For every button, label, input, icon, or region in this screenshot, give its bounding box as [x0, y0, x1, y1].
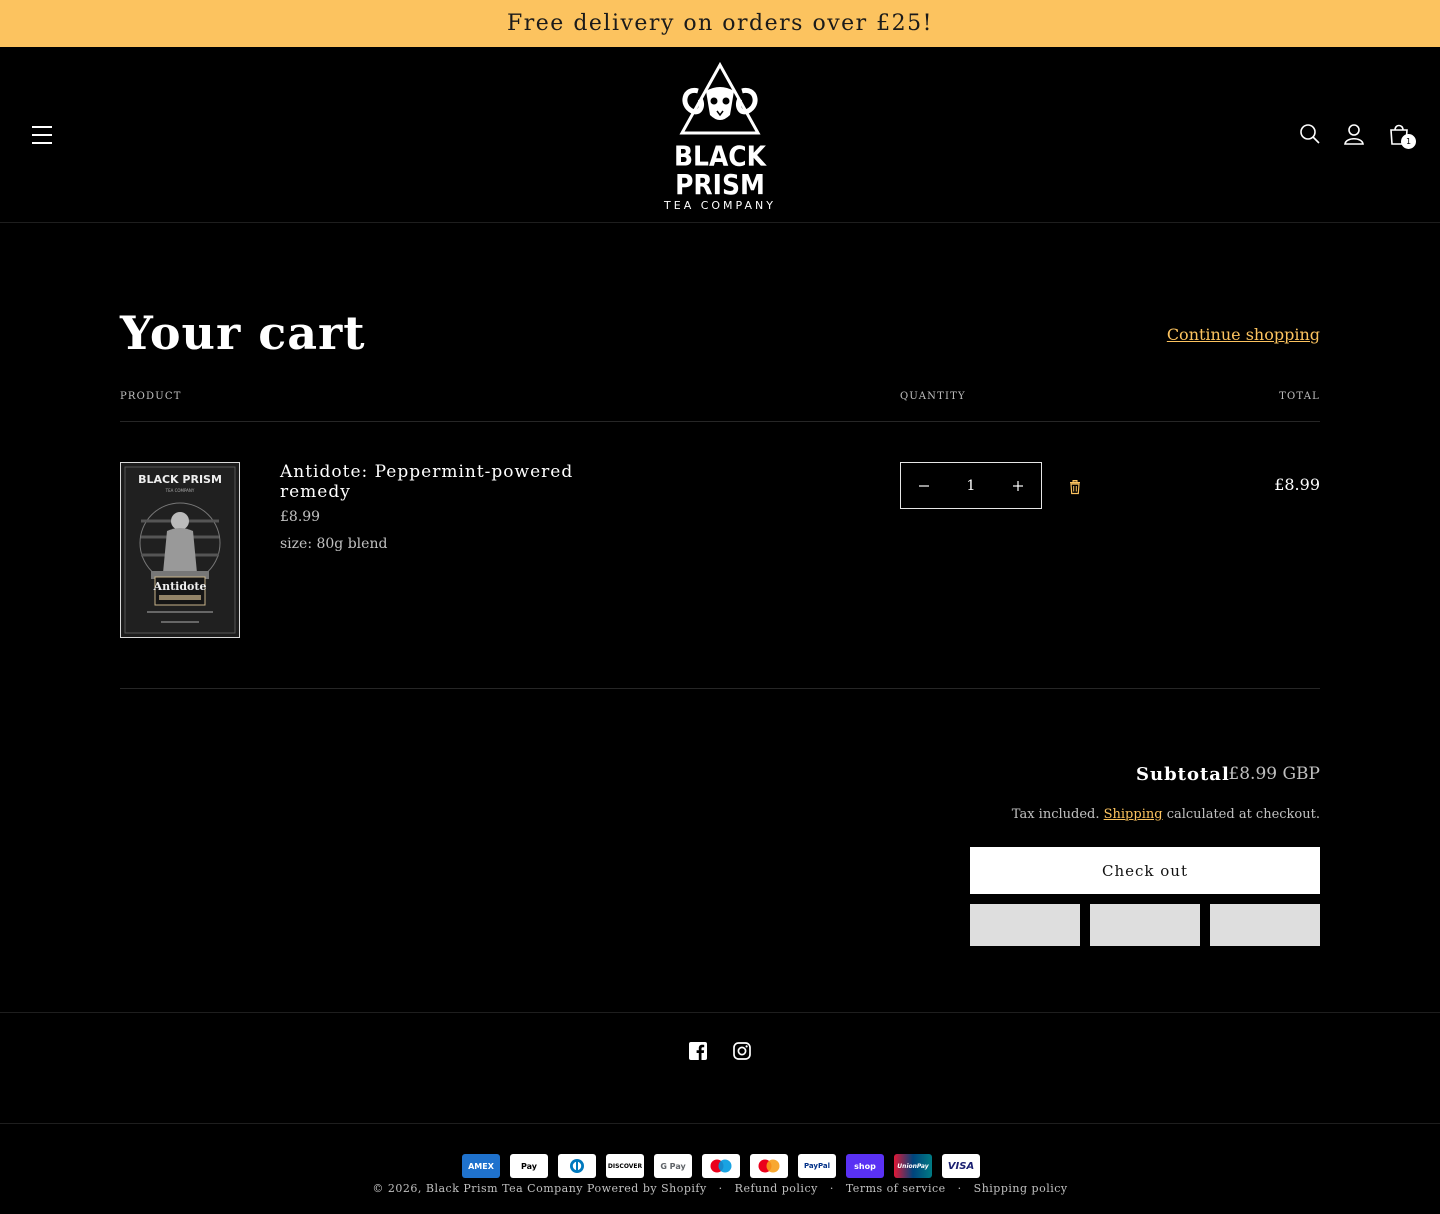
diners-club-icon: [558, 1154, 596, 1178]
page-title: Your cart: [120, 306, 366, 360]
logo[interactable]: BLACK PRISM TEA COMPANY: [640, 61, 800, 212]
express-checkout-button[interactable]: [970, 904, 1080, 946]
plus-icon: [1012, 480, 1023, 491]
tax-note-suffix: calculated at checkout.: [1166, 807, 1320, 822]
continue-shopping-link[interactable]: Continue shopping: [1167, 325, 1320, 344]
cart-count-badge: 1: [1401, 134, 1416, 149]
express-checkout-button[interactable]: [1090, 904, 1200, 946]
announcement-bar: Free delivery on orders over £25!: [0, 0, 1440, 47]
brand-name: BLACK PRISM: [673, 140, 767, 201]
subtotal-label: Subtotal: [1136, 764, 1230, 785]
facebook-icon[interactable]: [688, 1041, 708, 1061]
account-icon[interactable]: [1341, 121, 1367, 147]
instagram-icon[interactable]: [732, 1041, 752, 1061]
cart-icon[interactable]: 1: [1386, 121, 1416, 149]
quantity-input[interactable]: 1: [967, 478, 976, 494]
product-variant: size: 80g blend: [280, 536, 388, 552]
divider: [120, 421, 1320, 422]
tax-note-prefix: Tax included.: [1011, 807, 1100, 822]
menu-icon[interactable]: [28, 121, 56, 149]
column-header-product: PRODUCT: [120, 391, 182, 402]
payment-icons: AMEX Pay DISCOVER G Pay PayPal shop Unio…: [462, 1154, 980, 1178]
paypal-icon: PayPal: [798, 1154, 836, 1178]
search-icon[interactable]: [1297, 121, 1323, 147]
announcement-text: Free delivery on orders over £25!: [507, 11, 933, 36]
express-checkout-button[interactable]: [1210, 904, 1320, 946]
maestro-icon: [702, 1154, 740, 1178]
shipping-policy-link[interactable]: Shipping policy: [974, 1182, 1068, 1195]
terms-of-service-link[interactable]: Terms of service: [846, 1182, 946, 1195]
quantity-stepper: 1: [900, 462, 1042, 509]
footer-copyright: © 2026, Black Prism Tea Company Powered …: [372, 1182, 1068, 1195]
amex-icon: AMEX: [462, 1154, 500, 1178]
shop-pay-icon: shop: [846, 1154, 884, 1178]
shipping-link[interactable]: Shipping: [1104, 807, 1163, 822]
divider: [120, 688, 1320, 689]
divider: [0, 1012, 1440, 1013]
site-header: BLACK PRISM TEA COMPANY 1: [0, 47, 1440, 223]
unionpay-icon: UnionPay: [894, 1154, 932, 1178]
ram-skull-logo-icon: [679, 61, 761, 135]
product-price: £8.99: [280, 509, 321, 525]
google-pay-icon: G Pay: [654, 1154, 692, 1178]
product-thumbnail[interactable]: BLACK PRISM TEA COMPANY Antidote: [120, 462, 240, 638]
column-header-quantity: QUANTITY: [900, 391, 966, 402]
thumb-label: Antidote: [153, 580, 207, 593]
refund-policy-link[interactable]: Refund policy: [735, 1182, 818, 1195]
divider: [0, 1123, 1440, 1124]
brand-tagline: TEA COMPANY: [664, 199, 776, 212]
tax-note: Tax included. Shipping calculated at che…: [1012, 807, 1320, 822]
column-header-total: TOTAL: [1279, 391, 1320, 402]
decrease-quantity-button[interactable]: [901, 463, 947, 508]
apple-pay-icon: Pay: [510, 1154, 548, 1178]
thumb-brand: BLACK PRISM: [138, 473, 222, 486]
svg-text:TEA COMPANY: TEA COMPANY: [165, 488, 195, 493]
minus-icon: [919, 484, 929, 487]
visa-icon: VISA: [942, 1154, 980, 1178]
line-total: £8.99: [1274, 475, 1320, 494]
subtotal-value: £8.99 GBP: [1228, 764, 1320, 784]
checkout-button[interactable]: Check out: [970, 847, 1320, 894]
remove-item-trash-icon[interactable]: [1067, 479, 1083, 495]
mastercard-icon: [750, 1154, 788, 1178]
copyright-text[interactable]: © 2026, Black Prism Tea Company Powered …: [372, 1182, 706, 1195]
discover-icon: DISCOVER: [606, 1154, 644, 1178]
increase-quantity-button[interactable]: [995, 463, 1041, 508]
product-name[interactable]: Antidote: Peppermint-powered remedy: [280, 462, 610, 502]
